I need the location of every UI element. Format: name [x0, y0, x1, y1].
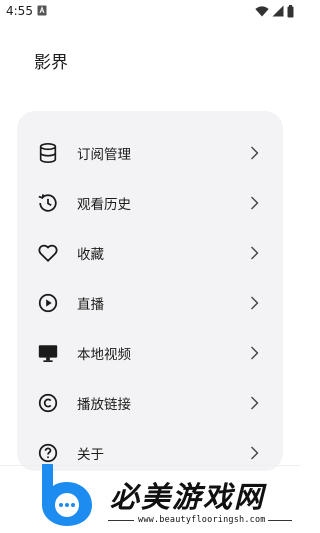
menu-item-label: 本地视频: [77, 347, 131, 363]
watermark-dash-left: [108, 520, 134, 521]
system-status-icons: [255, 4, 294, 18]
battery-icon: [287, 4, 294, 17]
menu-item-label: 观看历史: [77, 197, 131, 213]
status-bar: 4:55: [0, 0, 300, 24]
copyright-icon: [38, 393, 58, 413]
help-circle-icon: [38, 443, 58, 463]
a-box-icon: [37, 5, 47, 16]
menu-item-favorites[interactable]: 收藏: [17, 230, 283, 274]
menu-card: 订阅管理 观看历史 收藏 直播 本地视频 播放链接 关于: [17, 111, 283, 471]
play-circle-icon: [38, 293, 58, 313]
menu-item-local-video[interactable]: 本地视频: [17, 330, 283, 374]
chevron-right-icon: [251, 346, 259, 360]
watermark-dash-right: [268, 520, 292, 521]
chevron-right-icon: [251, 246, 259, 260]
menu-item-watch-history[interactable]: 观看历史: [17, 180, 283, 224]
menu-item-label: 关于: [77, 447, 104, 463]
menu-item-play-link[interactable]: 播放链接: [17, 380, 283, 424]
chevron-right-icon: [251, 446, 259, 460]
watermark-logo-icon: [42, 464, 92, 526]
heart-icon: [38, 244, 58, 263]
status-time: 4:55: [6, 4, 33, 18]
chevron-right-icon: [251, 296, 259, 310]
history-icon: [38, 194, 57, 212]
chevron-right-icon: [251, 146, 259, 160]
chevron-right-icon: [251, 396, 259, 410]
watermark-url: www.beautyflooringsh.com: [138, 515, 266, 525]
menu-item-label: 收藏: [77, 247, 104, 263]
monitor-icon: [38, 345, 58, 362]
database-icon: [39, 143, 57, 163]
watermark-title: 必美游戏网: [110, 480, 266, 514]
menu-item-live[interactable]: 直播: [17, 280, 283, 324]
menu-item-subscription-management[interactable]: 订阅管理: [17, 130, 283, 174]
chevron-right-icon: [251, 196, 259, 210]
signal-icon: [272, 5, 284, 17]
menu-item-label: 直播: [77, 297, 104, 313]
menu-item-label: 订阅管理: [77, 147, 131, 163]
wifi-icon: [255, 5, 269, 17]
menu-item-label: 播放链接: [77, 397, 131, 413]
page-title: 影界: [34, 53, 68, 73]
